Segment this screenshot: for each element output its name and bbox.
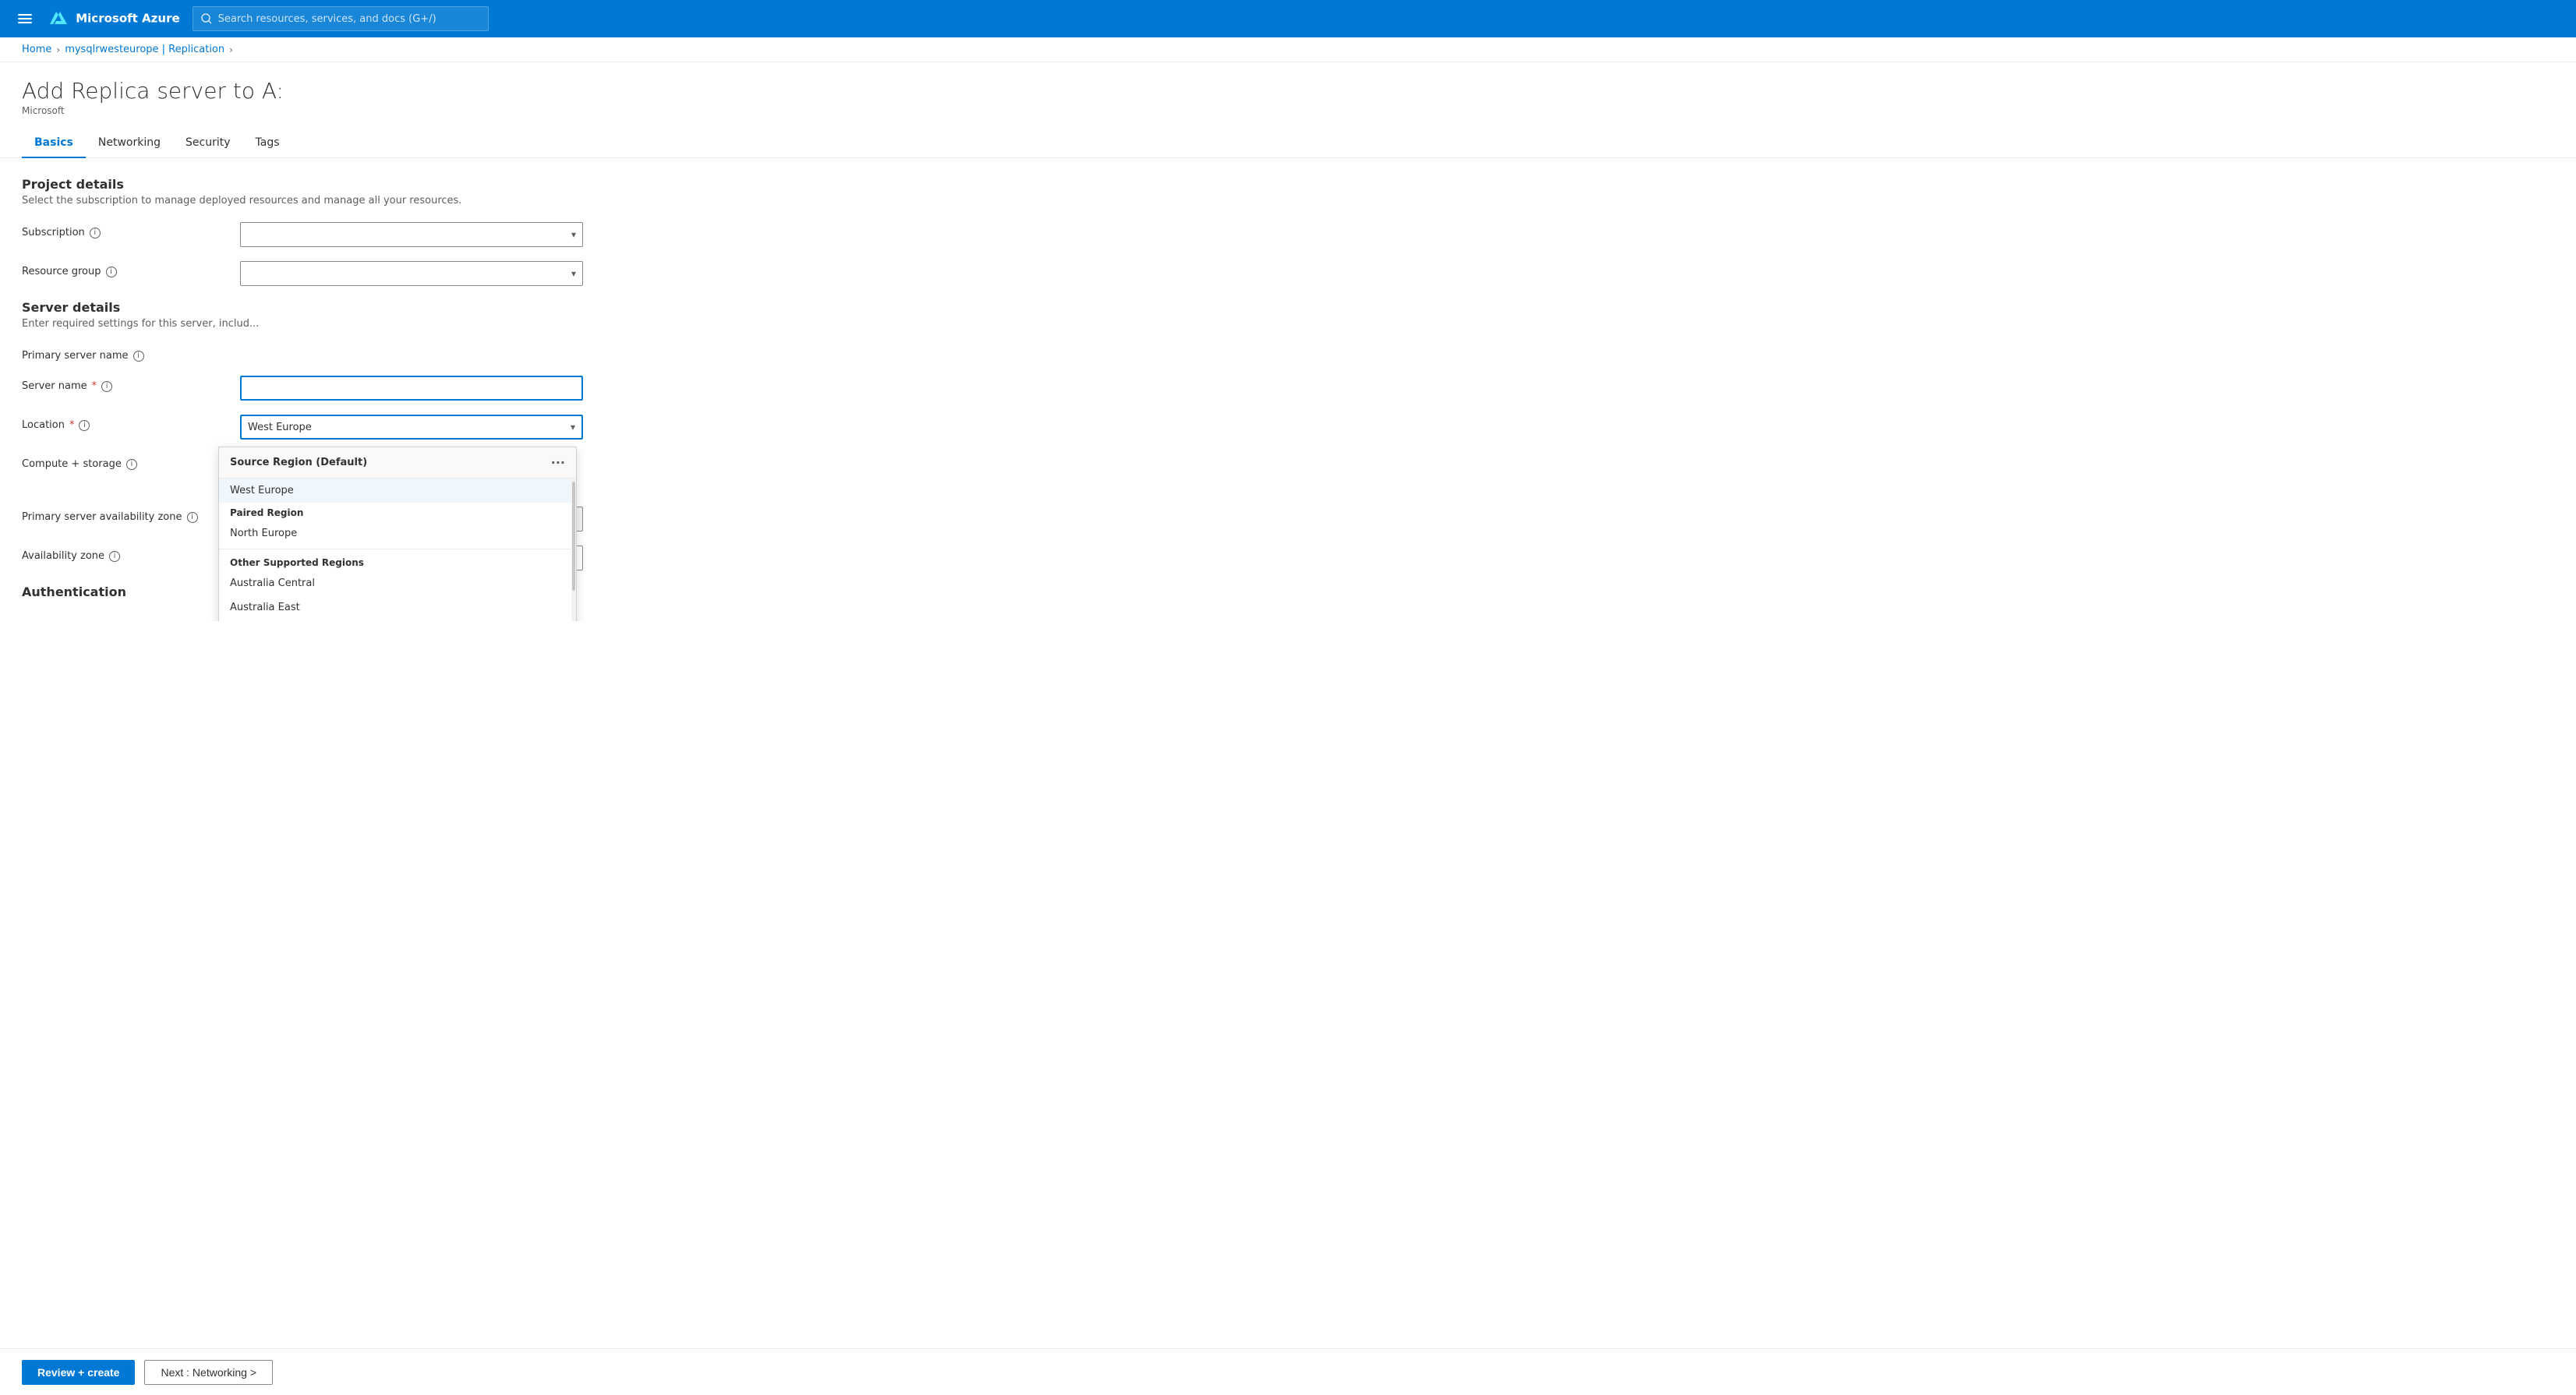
- dropdown-item-au-central[interactable]: Australia Central: [219, 571, 576, 595]
- location-dropdown[interactable]: Source Region (Default) ··· West Europe …: [218, 447, 577, 621]
- primary-zone-label: Primary server availability zone i: [22, 507, 240, 523]
- resource-group-label: Resource group i: [22, 261, 240, 277]
- breadcrumb-sep-2: ›: [229, 44, 233, 55]
- dropdown-more-options[interactable]: ···: [551, 455, 565, 470]
- dropdown-item-west-europe[interactable]: West Europe: [219, 479, 576, 503]
- resource-group-row: Resource group i ▾: [22, 261, 2554, 286]
- location-chevron: ▾: [571, 422, 575, 433]
- search-bar[interactable]: Search resources, services, and docs (G+…: [193, 6, 489, 31]
- resource-group-select[interactable]: ▾: [240, 261, 583, 286]
- dropdown-scrollbar[interactable]: [571, 479, 576, 621]
- server-name-row: Server name * i: [22, 376, 2554, 401]
- resource-group-chevron: ▾: [571, 268, 576, 279]
- server-name-required: *: [92, 380, 97, 392]
- compute-info-icon[interactable]: i: [126, 459, 137, 470]
- hamburger-menu[interactable]: [12, 6, 37, 31]
- project-details-desc: Select the subscription to manage deploy…: [22, 195, 2554, 207]
- location-select[interactable]: West Europe ▾: [240, 415, 583, 440]
- dropdown-item-au-southeast[interactable]: Australia Southeast: [219, 620, 576, 621]
- bottom-bar: Review + create Next : Networking >: [0, 1348, 2576, 1395]
- resource-group-select-wrapper: ▾: [240, 261, 583, 286]
- subscription-label: Subscription i: [22, 222, 240, 238]
- primary-zone-info-icon[interactable]: i: [187, 512, 198, 523]
- subscription-row: Subscription i ▾: [22, 222, 2554, 247]
- project-details-title: Project details: [22, 177, 2554, 192]
- primary-server-name-info-icon[interactable]: i: [133, 351, 144, 362]
- next-networking-button[interactable]: Next : Networking >: [144, 1360, 273, 1385]
- server-name-control: [240, 376, 583, 401]
- primary-server-name-label: Primary server name i: [22, 345, 240, 362]
- breadcrumb-sep-1: ›: [56, 44, 60, 55]
- page-subtitle: Microsoft: [22, 105, 2554, 116]
- availability-zone-info-icon[interactable]: i: [109, 551, 120, 562]
- content-area: Project details Select the subscription …: [0, 158, 2576, 621]
- dropdown-item-au-east[interactable]: Australia East: [219, 595, 576, 620]
- server-details-title: Server details: [22, 300, 2554, 315]
- breadcrumb: Home › mysqlrwesteurope | Replication ›: [0, 37, 2576, 62]
- availability-zone-label: Availability zone i: [22, 546, 240, 562]
- resource-group-info-icon[interactable]: i: [106, 267, 117, 277]
- topbar: Microsoft Azure Search resources, servic…: [0, 0, 2576, 37]
- review-create-button[interactable]: Review + create: [22, 1360, 135, 1385]
- tab-basics[interactable]: Basics: [22, 129, 86, 158]
- breadcrumb-replication[interactable]: mysqlrwesteurope | Replication: [65, 44, 224, 55]
- server-name-label: Server name * i: [22, 376, 240, 392]
- subscription-control: ▾: [240, 222, 583, 247]
- location-label: Location * i: [22, 415, 240, 431]
- location-required: *: [69, 419, 75, 431]
- resource-group-control: ▾: [240, 261, 583, 286]
- subscription-select-wrapper: ▾: [240, 222, 583, 247]
- location-select-wrapper: West Europe ▾: [240, 415, 583, 440]
- tab-bar: Basics Networking Security Tags: [0, 129, 2576, 158]
- breadcrumb-home[interactable]: Home: [22, 44, 51, 55]
- tab-security[interactable]: Security: [173, 129, 243, 158]
- location-info-icon[interactable]: i: [79, 420, 90, 431]
- primary-server-name-row: Primary server name i: [22, 345, 2554, 362]
- dropdown-group-paired: Paired Region: [219, 503, 576, 521]
- tab-networking[interactable]: Networking: [86, 129, 173, 158]
- subscription-info-icon[interactable]: i: [90, 228, 101, 238]
- azure-logo: Microsoft Azure: [50, 10, 180, 27]
- dropdown-list: West Europe Paired Region North Europe O…: [219, 479, 576, 621]
- page-title: Add Replica server to A:: [22, 78, 2554, 104]
- location-control: West Europe ▾: [240, 415, 583, 440]
- subscription-select[interactable]: ▾: [240, 222, 583, 247]
- compute-label: Compute + storage i: [22, 454, 240, 470]
- page-header: Add Replica server to A: Microsoft: [0, 62, 2576, 116]
- server-details-desc: Enter required settings for this server,…: [22, 318, 2554, 330]
- server-name-info-icon[interactable]: i: [101, 381, 112, 392]
- dropdown-scrollbar-thumb: [572, 482, 575, 591]
- tab-tags[interactable]: Tags: [243, 129, 292, 158]
- dropdown-group-other: Other Supported Regions: [219, 553, 576, 571]
- server-name-input[interactable]: [240, 376, 583, 401]
- location-row: Location * i West Europe ▾: [22, 415, 2554, 440]
- subscription-chevron: ▾: [571, 229, 576, 240]
- dropdown-item-north-europe[interactable]: North Europe: [219, 521, 576, 546]
- dropdown-header: Source Region (Default) ···: [219, 447, 576, 479]
